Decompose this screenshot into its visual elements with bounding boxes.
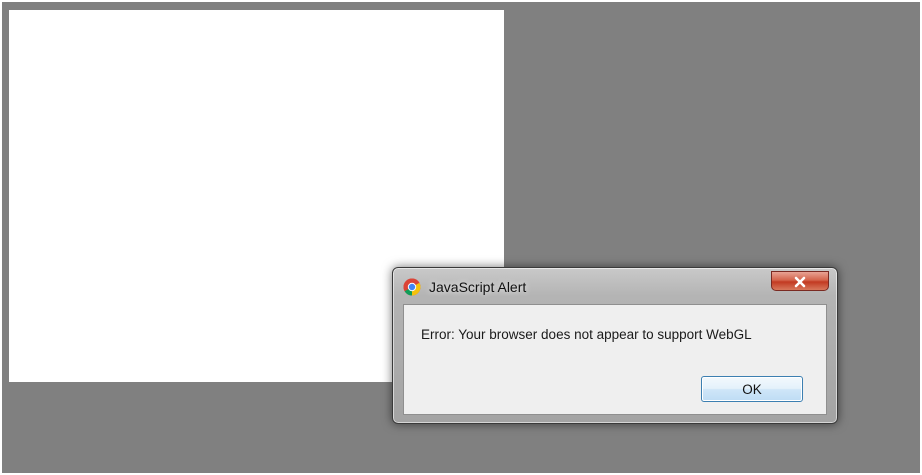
dialog-body: Error: Your browser does not appear to s…: [403, 304, 827, 415]
javascript-alert-dialog: JavaScript Alert Error: Your browser doe…: [392, 267, 838, 424]
dialog-title: JavaScript Alert: [429, 279, 527, 295]
alert-message: Error: Your browser does not appear to s…: [421, 327, 752, 342]
ok-button[interactable]: OK: [701, 376, 803, 402]
close-icon: [794, 275, 806, 288]
page-background: JavaScript Alert Error: Your browser doe…: [2, 2, 920, 473]
close-button[interactable]: [771, 271, 829, 291]
chrome-icon: [403, 278, 421, 296]
dialog-titlebar[interactable]: JavaScript Alert: [399, 271, 831, 302]
